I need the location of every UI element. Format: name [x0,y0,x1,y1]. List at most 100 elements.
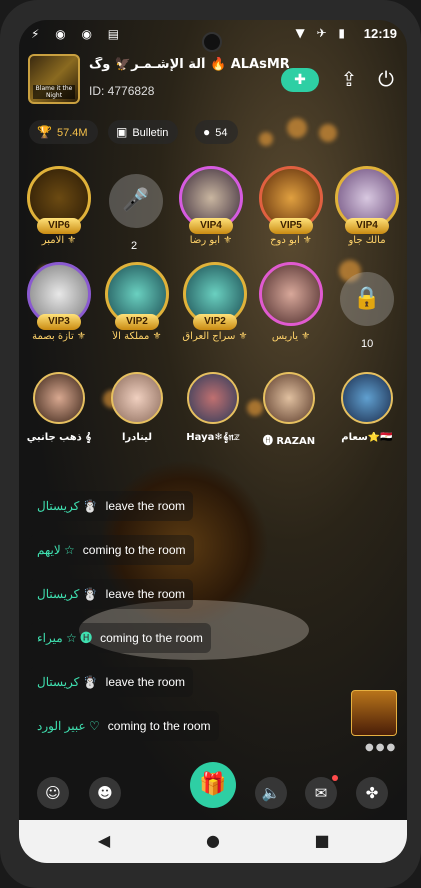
chat-text: leave the room [105,675,186,689]
chat-plus-icon: ✚ [294,72,306,88]
mic-seat-6[interactable]: VIP3 تازة بصمة ⚜ [23,262,95,362]
audience-avatar [187,372,239,424]
mic-seat-3[interactable]: VIP4 ابو رضا ⚜ [175,166,247,266]
chat-user[interactable]: كريستال ☃️ [37,499,98,513]
status-left-icons: ⚡ ◉ ◉ ▤ [31,27,126,41]
chat-text: leave the room [105,499,186,513]
audience-avatar [263,372,315,424]
chat-message: ميراء ☆ 🅗 coming to the room [29,623,211,653]
mic-seat-2[interactable]: 🎤 [109,174,163,228]
seat-name: مملكة الأ ⚜ [112,331,162,342]
chat-text: coming to the room [107,719,211,733]
chat-message: كريستال ☃️ leave the room [29,491,194,521]
chat-message: عبير الورد ♡ coming to the room [29,711,219,741]
room-id: ID: 4776828 [89,84,155,98]
phone-frame: ⚡ ◉ ◉ ▤ ▼ ✈ ▮ 12:19 Blame it the Night آ… [0,0,421,888]
audience-name: 🅗 RAZAN [262,436,316,447]
chat-user[interactable]: عبير الورد ♡ [37,719,100,733]
seat-name: مالك جاو [348,235,386,246]
person-icon: ● [203,125,211,139]
back-icon[interactable]: ◀ [95,832,113,850]
chat-text: coming to the room [82,543,186,557]
mic-seat-9[interactable]: ياريس ⚜ [255,262,327,362]
seat-name: ياريس ⚜ [271,331,311,342]
recents-icon[interactable]: ■ [313,832,331,850]
status-right-icons: ▼ ✈ ▮ [295,26,349,40]
face-icon[interactable]: ☻ [89,777,121,809]
grid-icon[interactable]: ✤ [356,777,388,809]
mic-seat-1[interactable]: VIP6 الامبر ⚜ [23,166,95,266]
seat-name: ابو رضا ⚜ [189,235,233,246]
audience-name: ذهب جانبي 𝄞 [26,432,92,443]
seat-number: 2 [131,240,138,252]
chat-user[interactable]: ميراء ☆ 🅗 [37,631,92,645]
mic-seat-4[interactable]: VIP5 ابو دوح ⚜ [255,166,327,266]
audience-member[interactable]: سعام⭐🇪🇬 [337,372,397,452]
android-nav-bar: ◀ ● ■ [19,820,407,863]
smile-icon[interactable]: ☺ [37,777,69,809]
screen: ⚡ ◉ ◉ ▤ ▼ ✈ ▮ 12:19 Blame it the Night آ… [19,20,407,863]
vip-badge: VIP4 [189,218,233,234]
chat-message: لايهم ☆ coming to the room [29,535,194,565]
trophy-icon: 🏆 [37,125,52,139]
trophy-pill[interactable]: 🏆 57.4M [29,120,98,144]
room-title: آلة الإشـمـر🦅 وگ 🔥 ALAsMR [89,57,289,72]
vip-badge: VIP2 [115,314,159,330]
bulletin-pill[interactable]: ▣ Bulletin [108,120,179,144]
mic-seat-10[interactable]: 🔒 [340,272,394,326]
audience-member[interactable]: لينادرا [107,372,167,452]
vip-badge: VIP4 [345,218,389,234]
audience-member[interactable]: ذهب جانبي 𝄞 [27,372,91,452]
audience-member[interactable]: Haya❄𝄞𝔫𝕫 [183,372,243,452]
clock: 12:19 [363,26,397,41]
seat-name: ابو دوح ⚜ [270,235,312,246]
vip-badge: VIP3 [37,314,81,330]
seat-name: سراج العراق ⚜ [182,331,248,342]
audience-avatar [341,372,393,424]
bokeh-light [287,118,307,138]
mic-seat-7[interactable]: VIP2 مملكة الأ ⚜ [101,262,173,362]
gift-icon[interactable]: 🎁 [190,762,236,808]
audience-name: سعام⭐🇪🇬 [341,432,393,443]
trophy-value: 57.4M [56,127,88,139]
room-avatar[interactable]: Blame it the Night [28,54,80,104]
seat-name: الامبر ⚜ [41,235,77,246]
vip-badge: VIP2 [193,314,237,330]
chat-user[interactable]: لايهم ☆ [37,543,75,557]
event-banner[interactable] [351,690,397,736]
mail-icon[interactable]: ✉ [305,777,337,809]
audience-name: لينادرا [122,432,152,443]
audience-avatar [111,372,163,424]
lock-icon: 🔒 [353,286,381,311]
power-icon[interactable]: ⏻ [373,66,399,92]
notification-dot [332,775,338,781]
vip-badge: VIP6 [37,218,81,234]
follow-room-button[interactable]: ✚ [281,68,319,92]
briefcase-icon: ▣ [116,125,128,139]
mic-seat-8[interactable]: VIP2 سراج العراق ⚜ [179,262,251,362]
seat-number: 10 [361,338,374,350]
chat-user[interactable]: كريستال ☃️ [37,587,98,601]
bulletin-label: Bulletin [132,127,169,139]
share-icon[interactable]: ⇪ [336,66,362,92]
room-avatar-caption: Blame it the Night [33,85,75,99]
chat-text: coming to the room [100,631,203,645]
vip-badge: VIP5 [269,218,313,234]
audience-name: Haya❄𝄞𝔫𝕫 [186,432,240,443]
microphone-icon: 🎤 [122,188,150,213]
camera-hole [202,32,222,52]
chat-user[interactable]: كريستال ☃️ [37,675,98,689]
bokeh-light [319,124,337,142]
audience-avatar [33,372,85,424]
seat-name: تازة بصمة ⚜ [32,331,86,342]
members-pill[interactable]: ● 54 [195,120,238,144]
speaker-icon[interactable]: 🔈 [255,777,287,809]
chat-text: leave the room [105,587,186,601]
seat-avatar [259,262,323,326]
pager-dots: ●●● [365,742,398,753]
mic-seat-5[interactable]: VIP4 مالك جاو [331,166,403,266]
members-count: 54 [215,127,228,139]
chat-message: كريستال ☃️ leave the room [29,579,194,609]
audience-member[interactable]: 🅗 RAZAN [259,372,319,452]
home-icon[interactable]: ● [204,832,222,850]
